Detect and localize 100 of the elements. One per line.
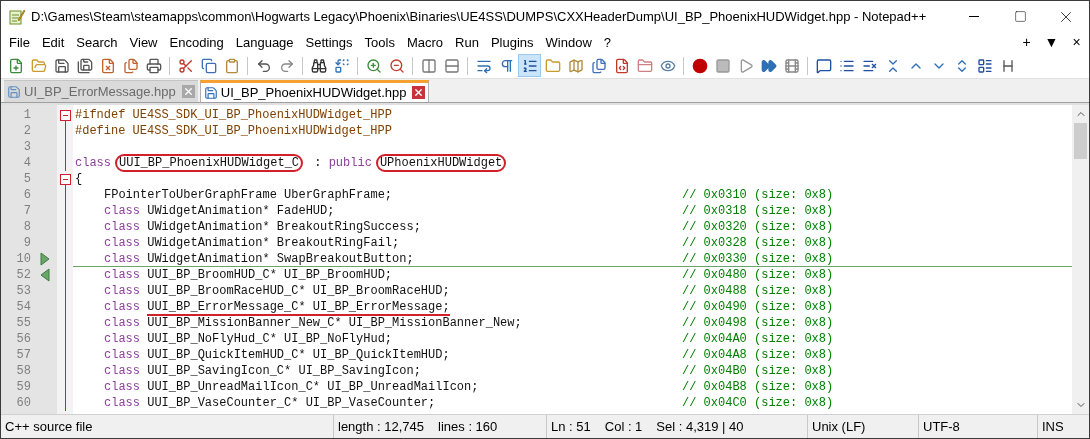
- line-number: 7: [23, 203, 31, 219]
- maximize-icon: [1013, 10, 1027, 23]
- menu-item[interactable]: View: [123, 32, 164, 53]
- keyword-text: class: [104, 284, 141, 298]
- file-type-label: C++ source file: [5, 417, 93, 436]
- print-icon: [145, 57, 162, 74]
- keyword-text: class: [104, 268, 141, 282]
- code-comment: // 0x0498 (size: 0x8): [682, 315, 834, 331]
- keyword-text: class: [104, 252, 141, 266]
- hidden-lines-start-icon[interactable]: [40, 252, 50, 266]
- hidden-lines-end-icon[interactable]: [40, 268, 50, 282]
- keyword-text: class: [104, 348, 141, 362]
- window-title: D:\Games\Steam\steamapps\common\Hogwarts Legacy\Phoenix\Binaries\UE4SS\DUMPS\CXXHeaderDump\UI_BP_PhoenixHUDWidget.hpp - Notepad++: [31, 7, 927, 26]
- underlined-code-text: UUI_BP_ErrorMessage_C* UI_BP_ErrorMessage;: [147, 300, 450, 316]
- fold-toggle-icon[interactable]: [59, 171, 71, 187]
- line-number: 5: [23, 171, 31, 187]
- keyword-text: class: [104, 380, 141, 394]
- menu-item[interactable]: Settings: [299, 32, 359, 53]
- menu-item[interactable]: Encoding: [163, 32, 230, 53]
- indent-guide-button[interactable]: [518, 54, 541, 77]
- code-text: UUI_BP_VaseCounter_C* UI_BP_VaseCounter;: [147, 396, 436, 410]
- keyword-text: class: [104, 364, 141, 378]
- code-text: {: [75, 172, 83, 186]
- file-tab[interactable]: UI_BP_PhoenixHUDWidget.hpp: [199, 80, 430, 102]
- fold-toggle-icon[interactable]: [59, 107, 71, 123]
- cut-icon: [177, 57, 194, 74]
- code-text: UWidgetAnimation* SwapBreakoutButton;: [147, 252, 414, 266]
- menu-item[interactable]: Search: [70, 32, 124, 53]
- close-tab-button[interactable]: ×: [1064, 32, 1089, 53]
- line-number: 58: [16, 363, 31, 379]
- copy-icon: [200, 57, 217, 74]
- keyword-text: class: [104, 204, 141, 218]
- line-number: 2: [23, 123, 31, 139]
- document-map-icon: [567, 57, 584, 74]
- preprocessor-text: #define UE4SS_SDK_UI_BP_PhoenixHUDWidget_HPP: [75, 124, 392, 138]
- code-text: UUI_BP_SavingIcon_C* UI_BP_SavingIcon;: [147, 364, 421, 378]
- line-number: 4: [23, 155, 31, 171]
- minimize-icon: [969, 16, 979, 17]
- undo-icon: [255, 57, 272, 74]
- tab-list-button[interactable]: ▼: [1039, 32, 1064, 53]
- notepad-app-icon: [8, 7, 26, 26]
- file-tab[interactable]: UI_BP_ErrorMessage.hpp: [4, 80, 198, 102]
- code-comment: // 0x0310 (size: 0x8): [682, 187, 834, 203]
- line-number: 3: [23, 139, 31, 155]
- menu-item[interactable]: Run: [449, 32, 485, 53]
- redo-icon: [278, 57, 295, 74]
- keyword-text: class: [104, 316, 141, 330]
- line-ending-label: Unix (LF): [812, 417, 866, 436]
- keyword-text: class: [104, 332, 141, 346]
- menu-item[interactable]: Window: [539, 32, 598, 53]
- line-number: 9: [23, 235, 31, 251]
- code-comment: // 0x0320 (size: 0x8): [682, 219, 834, 235]
- stop-icon: [714, 57, 731, 74]
- code-text: UUI_BP_NoFlyHud_C* UI_BP_NoFlyHud;: [147, 332, 393, 346]
- zoom-in-icon: [365, 57, 382, 74]
- replace-icon: [333, 57, 350, 74]
- code-text: UUI_BP_BroomRaceHUD_C* UI_BP_BroomRaceHUD;: [147, 284, 450, 298]
- new-tab-button[interactable]: +: [1014, 32, 1039, 53]
- line-number: 53: [16, 283, 31, 299]
- code-comment: // 0x0488 (size: 0x8): [682, 283, 834, 299]
- menu-item[interactable]: Language: [229, 32, 300, 53]
- circled-class-name: UPhoenixHUDWidget: [375, 154, 507, 172]
- keyword-text: class: [104, 236, 141, 250]
- menu-item[interactable]: File: [3, 32, 36, 53]
- find-icon: [310, 57, 327, 74]
- menu-item[interactable]: Macro: [400, 32, 450, 53]
- menu-item[interactable]: ?: [597, 32, 618, 53]
- new-file-icon: [7, 57, 24, 74]
- code-comment: // 0x04A0 (size: 0x8): [682, 331, 834, 347]
- line-number: 59: [16, 379, 31, 395]
- menu-item[interactable]: Edit: [35, 32, 71, 53]
- code-text: UWidgetAnimation* BreakoutRingSuccess;: [147, 220, 421, 234]
- open-folder-icon: [30, 57, 47, 74]
- code-comment: // 0x0330 (size: 0x8): [682, 251, 834, 266]
- keyword-text: class: [104, 220, 141, 234]
- code-text: :: [313, 156, 323, 170]
- tab-close-button[interactable]: [412, 86, 426, 99]
- code-text: UWidgetAnimation* FadeHUD;: [147, 204, 335, 218]
- line-number: 60: [16, 395, 31, 411]
- code-comment: // 0x0490 (size: 0x8): [682, 299, 834, 315]
- keyword-text: class: [75, 156, 111, 170]
- line-number: 56: [16, 331, 31, 347]
- menu-item[interactable]: Tools: [358, 32, 401, 53]
- code-comment: // 0x04A8 (size: 0x8): [682, 347, 834, 363]
- menu-item[interactable]: Plugins: [484, 32, 540, 53]
- scrollbar-thumb[interactable]: [1074, 123, 1087, 159]
- zoom-out-icon: [388, 57, 405, 74]
- encoding-label: UTF-8: [923, 417, 960, 436]
- line-number: 52: [16, 267, 31, 283]
- tab-label: UI_BP_PhoenixHUDWidget.hpp: [220, 83, 407, 102]
- line-number: 1: [23, 107, 31, 123]
- code-text: UUI_BP_UnreadMailIcon_C* UI_BP_UnreadMailIcon;: [147, 380, 479, 394]
- preprocessor-text: #ifndef UE4SS_SDK_UI_BP_PhoenixHUDWidget_HPP: [75, 108, 392, 122]
- line-number: 8: [23, 219, 31, 235]
- code-text: FPointerToUberGraphFrame UberGraphFrame;: [104, 188, 393, 202]
- line-number: 10: [16, 251, 31, 267]
- tab-close-button[interactable]: [181, 85, 195, 98]
- vertical-scrollbar[interactable]: [1072, 105, 1089, 414]
- code-text: UUI_BP_BroomHUD_C* UI_BP_BroomHUD;: [147, 268, 393, 282]
- insert-mode-label: INS: [1042, 417, 1064, 436]
